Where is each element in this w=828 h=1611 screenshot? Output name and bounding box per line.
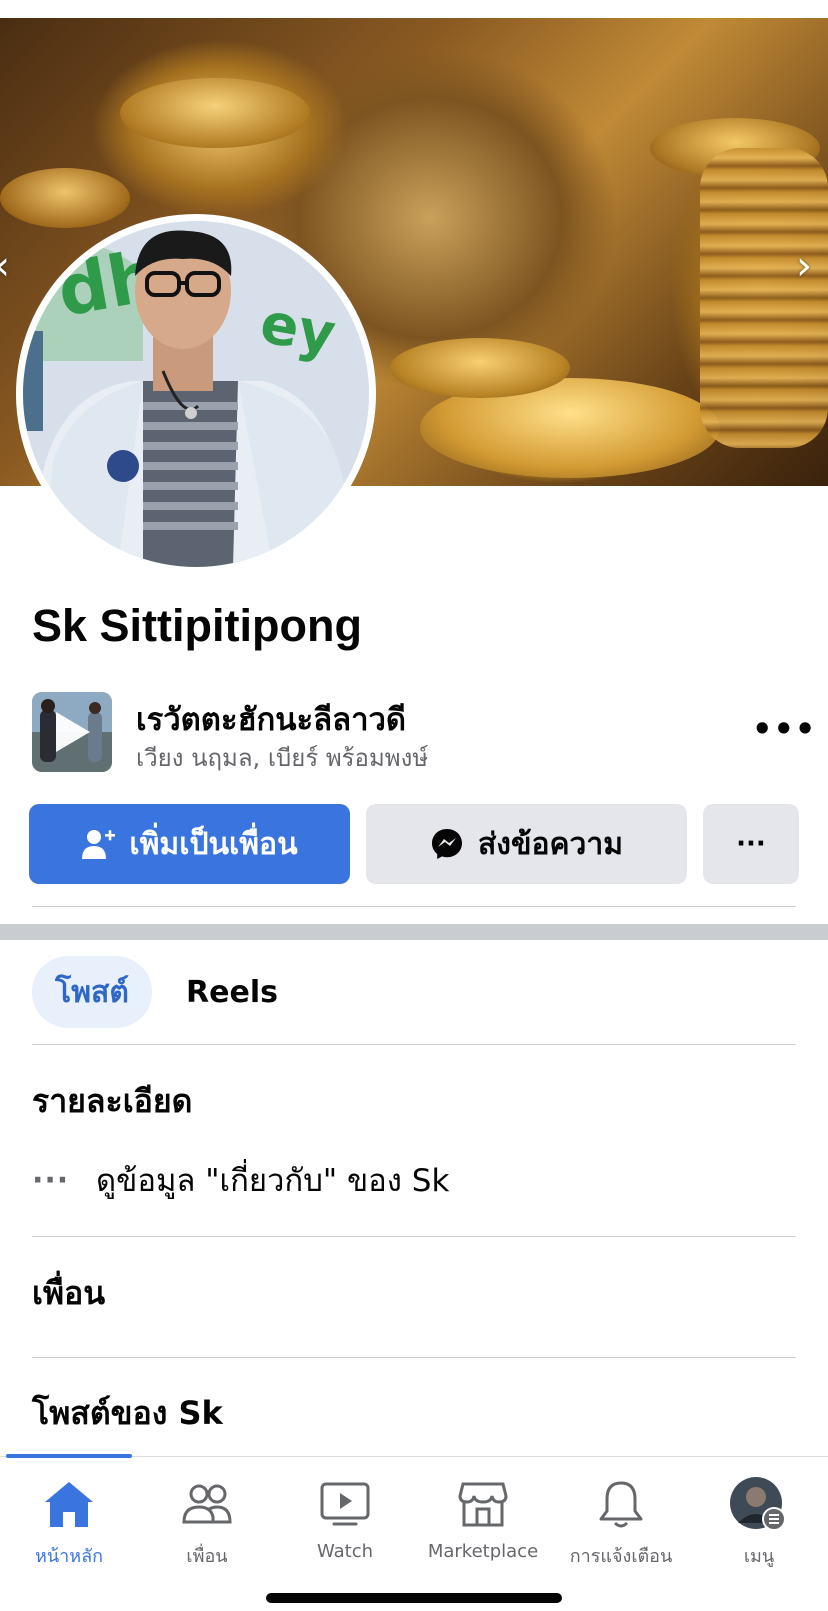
about-link-text: ดูข้อมูล "เกี่ยวกับ" ของ Sk — [96, 1163, 450, 1199]
watch-icon — [320, 1475, 370, 1533]
nav-marketplace[interactable]: Marketplace — [414, 1475, 552, 1575]
nav-friends-label: เพื่อน — [186, 1546, 228, 1567]
nav-home-label: หน้าหลัก — [34, 1546, 104, 1567]
more-actions-button[interactable]: ··· — [703, 804, 799, 884]
home-icon — [43, 1475, 95, 1533]
nav-marketplace-label: Marketplace — [427, 1541, 539, 1562]
featured-subtitle: เวียง นฤมล, เบียร์ พร้อมพงษ์ — [136, 744, 429, 772]
coin-stack — [0, 168, 130, 228]
svg-text:ey: ey — [256, 291, 341, 368]
message-button[interactable]: ส่งข้อความ — [366, 804, 687, 884]
tab-reels[interactable]: Reels — [170, 956, 294, 1028]
cover-prev-icon[interactable]: ‹ — [0, 246, 10, 286]
add-friend-icon — [81, 828, 116, 860]
coin-stack — [120, 78, 310, 148]
more-actions-icon: ··· — [736, 829, 766, 859]
about-link[interactable]: ··· ดูข้อมูล "เกี่ยวกับ" ของ Sk — [32, 1160, 449, 1200]
nav-watch-label: Watch — [316, 1541, 374, 1562]
active-tab-indicator — [6, 1454, 132, 1458]
menu-avatar-icon — [728, 1475, 790, 1533]
profile-photo-illustration: dho ey — [23, 221, 369, 567]
posts-heading: โพสต์ของ Sk — [32, 1394, 223, 1432]
message-label: ส่งข้อความ — [477, 826, 624, 862]
nav-notifications-label: การแจ้งเตือน — [569, 1546, 673, 1567]
more-horizontal-icon[interactable]: ••• — [752, 710, 816, 748]
add-friend-button[interactable]: เพิ่มเป็นเพื่อน — [29, 804, 350, 884]
bell-icon — [598, 1475, 644, 1533]
profile-picture[interactable]: dho ey — [23, 221, 369, 567]
bottom-navigation: หน้าหลัก เพื่อน Watch Marketplace การแจ้… — [0, 1456, 828, 1611]
status-bar — [0, 0, 828, 18]
nav-home[interactable]: หน้าหลัก — [0, 1475, 138, 1575]
friends-icon — [181, 1475, 233, 1533]
marketplace-icon — [458, 1475, 508, 1533]
coin-stack — [700, 148, 828, 448]
divider — [32, 906, 796, 907]
nav-friends[interactable]: เพื่อน — [138, 1475, 276, 1575]
messenger-icon — [430, 827, 464, 861]
featured-title: เรวัตตะฮักนะลีลาวดี — [136, 702, 407, 738]
coin — [390, 338, 570, 398]
home-indicator — [266, 1593, 562, 1603]
section-separator — [0, 924, 828, 940]
nav-watch[interactable]: Watch — [276, 1475, 414, 1575]
tab-posts[interactable]: โพสต์ — [32, 956, 152, 1028]
nav-menu[interactable]: เมนู — [690, 1475, 828, 1575]
divider — [32, 1357, 796, 1358]
featured-music[interactable]: เรวัตตะฮักนะลีลาวดี เวียง นฤมล, เบียร์ พ… — [32, 692, 827, 772]
divider — [32, 1236, 796, 1237]
featured-thumbnail[interactable] — [32, 692, 112, 772]
cover-next-icon[interactable]: › — [796, 246, 812, 286]
divider — [32, 1044, 796, 1045]
nav-menu-label: เมนู — [743, 1546, 775, 1567]
add-friend-label: เพิ่มเป็นเพื่อน — [129, 826, 298, 862]
nav-notifications[interactable]: การแจ้งเตือน — [552, 1475, 690, 1575]
more-dots-icon: ··· — [32, 1162, 70, 1198]
play-icon — [56, 712, 90, 752]
details-heading: รายละเอียด — [32, 1082, 193, 1120]
profile-name: Sk Sittipitipong — [32, 600, 362, 651]
friends-heading: เพื่อน — [32, 1274, 106, 1312]
